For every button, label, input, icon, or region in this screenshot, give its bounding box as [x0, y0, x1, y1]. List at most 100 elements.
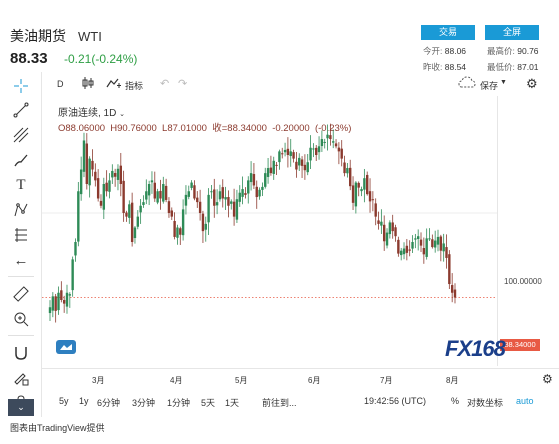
candle-body: [366, 174, 369, 195]
last-price: 88.33: [10, 50, 48, 67]
pattern-icon[interactable]: [10, 200, 32, 220]
candle-body: [343, 162, 346, 174]
candle-body: [218, 191, 222, 200]
candle-body: [113, 173, 117, 177]
candle-body: [278, 151, 281, 163]
range-1min[interactable]: 1分钟: [167, 396, 190, 409]
candle-body: [303, 164, 307, 171]
auto-scale-toggle[interactable]: auto: [516, 396, 534, 406]
candle-body: [108, 180, 111, 192]
redo-icon[interactable]: ↷: [178, 77, 187, 90]
text-tool-icon[interactable]: T: [10, 175, 32, 195]
prediction-icon[interactable]: [10, 225, 32, 245]
settings-icon[interactable]: ⚙: [542, 372, 553, 386]
candle-body: [360, 189, 363, 192]
arrow-left-icon[interactable]: ←: [10, 250, 32, 270]
candle-body: [312, 148, 315, 150]
month-label: 8月: [446, 376, 459, 385]
candle-body: [323, 141, 326, 143]
percent-toggle[interactable]: %: [451, 396, 459, 406]
range-6min[interactable]: 6分钟: [97, 396, 120, 409]
instrument-title: 美油期货 WTI: [10, 26, 102, 46]
candle-body: [450, 285, 454, 293]
candle-body: [425, 238, 428, 257]
candle-body: [139, 205, 142, 213]
candle-body: [374, 203, 377, 217]
candle-body: [48, 307, 52, 314]
save-button[interactable]: 保存: [480, 79, 498, 92]
crosshair-icon[interactable]: [10, 76, 32, 96]
range-5d[interactable]: 5天: [201, 396, 215, 409]
lock-pen-icon[interactable]: [10, 368, 32, 388]
candle-body: [85, 143, 89, 184]
candle-body: [385, 232, 389, 246]
candle-body: [111, 170, 114, 178]
zoom-in-icon[interactable]: [10, 309, 32, 329]
candle-body: [230, 201, 233, 204]
candle-body: [266, 168, 270, 177]
cloud-icon[interactable]: [458, 76, 476, 91]
log-scale-toggle[interactable]: 对数坐标: [467, 396, 503, 409]
candle-body: [153, 182, 156, 199]
indicators-icon[interactable]: [106, 77, 122, 91]
candle-body: [300, 159, 304, 166]
range-1d[interactable]: 1天: [225, 396, 239, 409]
price-chart[interactable]: [42, 96, 497, 366]
candle-body: [363, 178, 366, 190]
candle-body: [77, 191, 80, 242]
candle-body: [298, 157, 301, 166]
candle-body: [249, 173, 253, 183]
candle-body: [145, 191, 148, 200]
quote-high: 最高价: 90.76: [487, 45, 539, 57]
candle-body: [193, 185, 196, 199]
candle-body: [68, 294, 72, 296]
footer-credit-link[interactable]: 图表由TradingView提供: [10, 421, 105, 434]
range-1y[interactable]: 1y: [79, 396, 89, 406]
candle-body: [150, 180, 154, 183]
candle-body: [241, 189, 244, 197]
candle-body: [422, 248, 426, 255]
candle-body: [405, 245, 409, 253]
tradingview-logo-icon[interactable]: [56, 340, 76, 354]
candle-body: [184, 194, 188, 206]
month-label: 6月: [308, 376, 321, 385]
price-tick: 100.00000: [504, 277, 542, 286]
high-label: 最高价:: [487, 46, 515, 56]
brush-icon[interactable]: [10, 150, 32, 170]
clock-time[interactable]: 19:42:56 (UTC): [364, 396, 426, 406]
candle-body: [261, 186, 264, 190]
candle-body: [346, 168, 349, 174]
chevron-down-icon[interactable]: ▼: [500, 79, 507, 86]
ruler-icon[interactable]: [10, 284, 32, 304]
gear-icon[interactable]: ⚙: [526, 76, 538, 92]
fullscreen-button[interactable]: 全屏: [485, 25, 539, 40]
range-3min[interactable]: 3分钟: [132, 396, 155, 409]
candle-body: [368, 191, 372, 202]
candle-body: [167, 201, 171, 213]
candle-body: [179, 228, 182, 235]
fib-tool-icon[interactable]: [10, 125, 32, 145]
candle-body: [238, 192, 241, 202]
magnet-icon[interactable]: [10, 343, 32, 363]
goto-date-button[interactable]: 前往到...: [262, 396, 297, 409]
candle-body: [442, 243, 445, 252]
candle-body: [88, 158, 91, 186]
indicators-button[interactable]: 指标: [125, 79, 143, 92]
time-axis[interactable]: 3月 4月 5月 6月 7月 8月 ⚙: [42, 368, 559, 388]
candle-body: [281, 153, 284, 155]
collapse-toolbar-button[interactable]: ⌄: [8, 399, 34, 416]
candle-body: [419, 239, 423, 246]
candle-body: [247, 180, 250, 194]
interval-button[interactable]: D: [57, 79, 64, 89]
price-axis[interactable]: 100.00000 88.34000: [497, 96, 559, 366]
range-5y[interactable]: 5y: [59, 396, 69, 406]
candle-style-icon[interactable]: [82, 76, 94, 92]
trend-line-icon[interactable]: [10, 100, 32, 120]
candle-body: [433, 240, 437, 248]
candle-body: [334, 143, 338, 147]
trade-button[interactable]: 交易: [421, 25, 475, 40]
candle-body: [448, 254, 451, 285]
undo-icon[interactable]: ↶: [160, 77, 169, 90]
candle-body: [357, 182, 360, 188]
candle-body: [227, 197, 230, 206]
